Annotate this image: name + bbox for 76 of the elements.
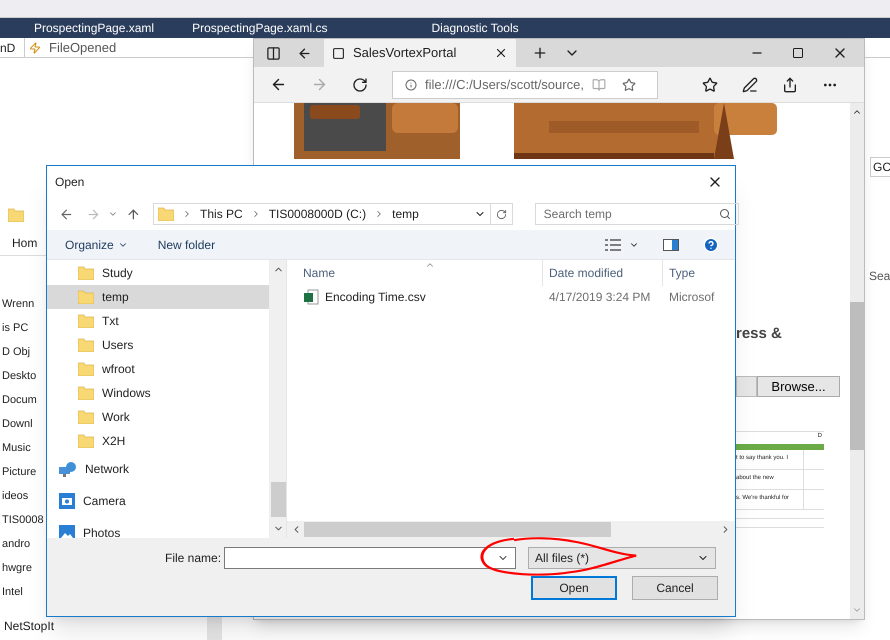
open-button[interactable]: Open <box>531 576 617 600</box>
nav-scrollbar[interactable] <box>269 260 286 538</box>
breadcrumb-item[interactable]: temp <box>392 205 419 223</box>
document-tab[interactable]: Diagnostic Tools <box>423 19 527 37</box>
pen-icon[interactable] <box>742 76 758 92</box>
star-icon[interactable] <box>622 78 636 92</box>
column-header[interactable]: Name <box>287 260 543 286</box>
document-tab[interactable]: ProspectingPage.xaml <box>26 19 162 37</box>
scroll-thumb[interactable] <box>304 522 611 537</box>
file-name-label: File name: <box>165 550 222 567</box>
close-icon[interactable] <box>494 46 508 60</box>
folder-icon <box>8 208 24 222</box>
nav-item[interactable]: Network <box>47 453 269 485</box>
page-icon <box>332 46 345 60</box>
scroll-thumb[interactable] <box>850 302 864 450</box>
nav-item[interactable]: wfroot <box>47 357 269 381</box>
preview-pane-icon[interactable] <box>663 238 679 250</box>
nav-item[interactable]: Windows <box>47 381 269 405</box>
scrollbar[interactable] <box>850 103 864 619</box>
network-icon <box>59 461 77 477</box>
favorites-icon[interactable] <box>702 76 718 92</box>
document-tab[interactable]: ProspectingPage.xaml.cs <box>184 19 336 37</box>
heading-text: ress & <box>736 324 783 344</box>
folder-icon <box>78 314 94 328</box>
share-icon[interactable] <box>782 76 798 92</box>
search-icon <box>718 208 731 220</box>
help-icon[interactable] <box>703 236 719 252</box>
address-bar[interactable]: file:///C:/Users/scott/source, <box>392 70 658 98</box>
breadcrumb-item[interactable]: This PC <box>200 205 243 223</box>
photos-icon <box>59 525 75 538</box>
nav-item[interactable]: Camera <box>47 485 269 517</box>
nav-item[interactable]: Work <box>47 405 269 429</box>
maximize-icon[interactable] <box>792 47 804 59</box>
folder-icon <box>78 434 94 448</box>
new-tab-icon[interactable] <box>532 45 548 61</box>
tab-preview-icon[interactable] <box>266 46 281 60</box>
camera-icon <box>59 493 75 509</box>
nav-item[interactable]: Users <box>47 333 269 357</box>
folder-icon <box>158 207 174 221</box>
new-folder-button[interactable]: New folder <box>158 236 216 254</box>
search-field[interactable]: Search temp <box>534 203 739 225</box>
lightning-icon <box>29 42 41 54</box>
folder-icon <box>78 362 94 376</box>
browser-tab[interactable]: SalesVortexPortal <box>324 39 516 67</box>
event-combo[interactable]: FileOpened <box>24 38 116 58</box>
nav-item[interactable]: Txt <box>47 309 269 333</box>
address-bar[interactable]: This PC TIS0008000D (C:) temp <box>153 203 513 225</box>
file-input[interactable] <box>736 376 757 396</box>
spreadsheet-icon <box>303 289 319 305</box>
file-name-field[interactable] <box>224 547 516 569</box>
info-icon <box>405 78 417 90</box>
ribbon-tab[interactable]: Hom <box>12 234 38 252</box>
cancel-button[interactable]: Cancel <box>632 576 718 600</box>
column-header[interactable]: Type <box>663 264 696 282</box>
dialog-title: Open <box>55 174 86 191</box>
folder-icon <box>78 338 94 352</box>
folder-icon <box>78 386 94 400</box>
folder-icon <box>78 266 94 280</box>
side-label: Sea <box>869 268 890 285</box>
file-row[interactable]: Encoding Time.csv 4/17/2019 3:24 PM Microsof <box>287 286 735 308</box>
back-icon[interactable] <box>270 76 287 93</box>
horizontal-scrollbar[interactable] <box>287 521 735 538</box>
refresh-icon[interactable] <box>352 76 368 92</box>
organize-button[interactable]: Organize <box>65 236 128 254</box>
nav-item[interactable]: temp <box>47 285 269 309</box>
scroll-thumb[interactable] <box>270 482 286 517</box>
scope-combo[interactable]: nD <box>0 38 24 56</box>
browse-button[interactable]: Browse... <box>757 376 840 396</box>
nav-item[interactable]: Study <box>47 261 269 285</box>
folder-icon <box>78 290 94 304</box>
column-header[interactable]: Date modified <box>543 260 663 286</box>
view-options-icon[interactable] <box>605 238 621 250</box>
nav-item[interactable]: X2H <box>47 429 269 453</box>
folder-icon <box>78 410 94 424</box>
breadcrumb-item[interactable]: TIS0008000D (C:) <box>268 205 366 223</box>
file-type-dropdown[interactable]: All files (*) <box>528 547 716 569</box>
